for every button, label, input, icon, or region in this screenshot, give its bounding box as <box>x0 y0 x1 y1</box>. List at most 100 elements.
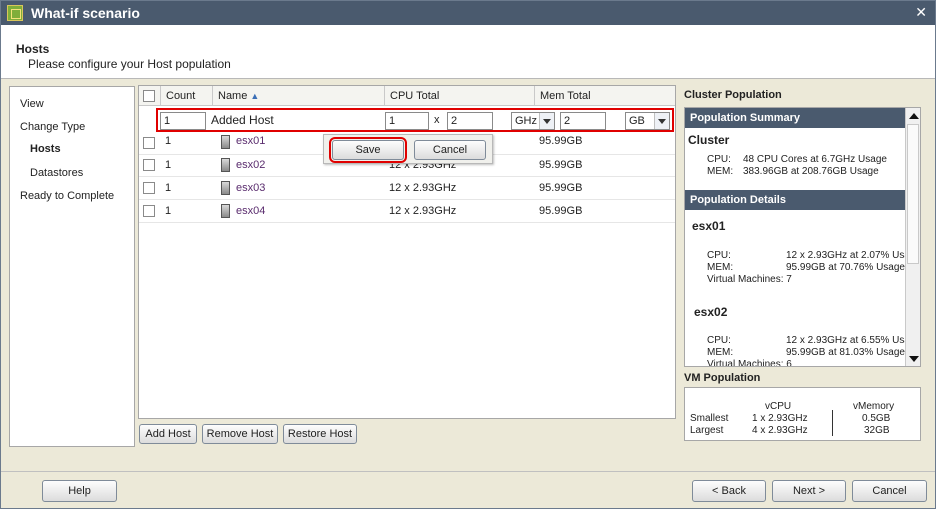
server-icon <box>221 135 230 149</box>
nav-item-view[interactable]: View <box>20 98 44 110</box>
restore-host-button[interactable]: Restore Host <box>283 424 357 444</box>
server-icon <box>221 181 230 195</box>
close-icon[interactable]: ✕ <box>915 4 927 21</box>
table-header: Count Name ▲ CPU Total Mem Total <box>139 86 675 106</box>
app-icon <box>7 5 23 21</box>
cpu-unit-select[interactable]: GHz <box>511 112 555 130</box>
scroll-thumb[interactable] <box>907 124 919 264</box>
wizard-nav: View Change Type Hosts Datastores Ready … <box>9 86 135 447</box>
detail-vm-count: Virtual Machines: 6 <box>707 359 792 367</box>
cluster-cpu-value: 48 CPU Cores at 6.7GHz Usage <box>743 154 887 165</box>
cluster-cpu-label: CPU: <box>707 154 731 165</box>
row-checkbox[interactable] <box>143 137 155 149</box>
host-cpu: 12 x 2.93GHz <box>389 182 457 194</box>
cpu-count-input[interactable]: 1 <box>385 112 429 130</box>
window-title: What-if scenario <box>31 5 140 21</box>
vm-largest-label: Largest <box>690 425 724 436</box>
cpu-speed-input[interactable]: 2 <box>447 112 493 130</box>
host-name[interactable]: esx04 <box>236 205 265 217</box>
column-cpu-total[interactable]: CPU Total <box>390 90 439 102</box>
host-mem: 95.99GB <box>539 135 583 147</box>
vmemory-column-header: vMemory <box>853 401 895 412</box>
table-row[interactable]: 1 esx04 12 x 2.93GHz 95.99GB <box>139 200 675 223</box>
population-scrollbar[interactable] <box>905 108 920 366</box>
nav-item-change-type[interactable]: Change Type <box>20 121 85 133</box>
cluster-mem-value: 383.96GB at 208.76GB Usage <box>743 166 879 177</box>
new-host-edit-row: 1 Added Host 1 x 2 GHz 2 GB <box>156 108 674 132</box>
cluster-title: Cluster <box>688 133 730 147</box>
population-details-band: Population Details <box>685 190 905 210</box>
back-button[interactable]: < Back <box>692 480 766 502</box>
host-name[interactable]: esx03 <box>236 182 265 194</box>
cluster-population-label: Cluster Population <box>684 89 782 101</box>
server-icon <box>221 158 230 172</box>
row-checkbox[interactable] <box>143 159 155 171</box>
select-all-checkbox[interactable] <box>143 90 155 102</box>
row-checkbox[interactable] <box>143 205 155 217</box>
column-count[interactable]: Count <box>166 90 195 102</box>
detail-mem-value: 95.99GB at 70.76% Usage <box>786 262 905 273</box>
row-checkbox[interactable] <box>143 182 155 194</box>
help-button[interactable]: Help <box>42 480 117 502</box>
host-count: 1 <box>165 159 172 171</box>
nav-item-hosts[interactable]: Hosts <box>30 143 61 155</box>
vm-population-box: vCPU vMemory Smallest 1 x 2.93GHz 0.5GB … <box>684 387 921 441</box>
chevron-down-icon <box>654 113 669 129</box>
host-mem: 95.99GB <box>539 182 583 194</box>
vm-smallest-vmem: 0.5GB <box>862 413 891 424</box>
detail-cpu-label: CPU: <box>707 335 731 346</box>
vcpu-column-header: vCPU <box>765 401 792 412</box>
host-mem: 95.99GB <box>539 159 583 171</box>
vm-smallest-label: Smallest <box>690 413 729 424</box>
cpu-unit-value: GHz <box>515 115 537 127</box>
detail-host-name: esx01 <box>692 219 726 233</box>
host-name[interactable]: esx01 <box>236 135 265 147</box>
table-row[interactable]: 1 esx03 12 x 2.93GHz 95.99GB <box>139 177 675 200</box>
nav-item-ready-to-complete[interactable]: Ready to Complete <box>20 190 114 202</box>
cluster-mem-label: MEM: <box>707 166 734 177</box>
row-edit-popup: Save Cancel <box>323 134 493 164</box>
title-bar: What-if scenario ✕ <box>1 1 935 25</box>
remove-host-button[interactable]: Remove Host <box>202 424 278 444</box>
scroll-up-icon[interactable] <box>906 108 920 123</box>
page-title: Hosts <box>16 42 50 56</box>
what-if-dialog: What-if scenario ✕ Hosts Please configur… <box>0 0 936 509</box>
vm-divider <box>832 410 833 436</box>
sort-ascending-icon: ▲ <box>250 91 260 101</box>
vm-smallest-vcpu: 1 x 2.93GHz <box>752 413 808 424</box>
host-count: 1 <box>165 205 172 217</box>
population-box: Population Summary Cluster CPU: 48 CPU C… <box>684 107 921 367</box>
host-table-panel: Count Name ▲ CPU Total Mem Total 1 Added… <box>138 85 676 419</box>
vm-largest-vmem: 32GB <box>864 425 890 436</box>
detail-vm-count: Virtual Machines: 7 <box>707 274 792 285</box>
host-mem: 95.99GB <box>539 205 583 217</box>
host-cpu: 12 x 2.93GHz <box>389 205 457 217</box>
column-name[interactable]: Name ▲ <box>218 90 259 102</box>
save-button[interactable]: Save <box>329 137 407 163</box>
host-count: 1 <box>165 182 172 194</box>
detail-mem-label: MEM: <box>707 262 734 273</box>
cancel-button[interactable]: Cancel <box>852 480 927 502</box>
population-summary-band: Population Summary <box>685 108 905 128</box>
nav-item-datastores[interactable]: Datastores <box>30 167 83 179</box>
footer-divider <box>1 471 935 472</box>
column-mem-total[interactable]: Mem Total <box>540 90 591 102</box>
vm-population-label: VM Population <box>684 372 761 384</box>
host-name[interactable]: esx02 <box>236 159 265 171</box>
host-name-input[interactable]: Added Host <box>211 113 274 127</box>
page-header: Hosts Please configure your Host populat… <box>1 25 935 79</box>
next-button[interactable]: Next > <box>772 480 846 502</box>
count-input[interactable]: 1 <box>160 112 206 130</box>
add-host-button[interactable]: Add Host <box>139 424 197 444</box>
chevron-down-icon <box>539 113 554 129</box>
scroll-down-icon[interactable] <box>906 351 920 366</box>
detail-mem-value: 95.99GB at 81.03% Usage <box>786 347 905 358</box>
host-count: 1 <box>165 135 172 147</box>
detail-cpu-value: 12 x 2.93GHz at 6.55% Usage <box>786 335 921 346</box>
mem-value-input[interactable]: 2 <box>560 112 606 130</box>
mem-unit-select[interactable]: GB <box>625 112 670 130</box>
cancel-edit-button[interactable]: Cancel <box>414 140 486 160</box>
vm-largest-vcpu: 4 x 2.93GHz <box>752 425 808 436</box>
detail-mem-label: MEM: <box>707 347 734 358</box>
server-icon <box>221 204 230 218</box>
